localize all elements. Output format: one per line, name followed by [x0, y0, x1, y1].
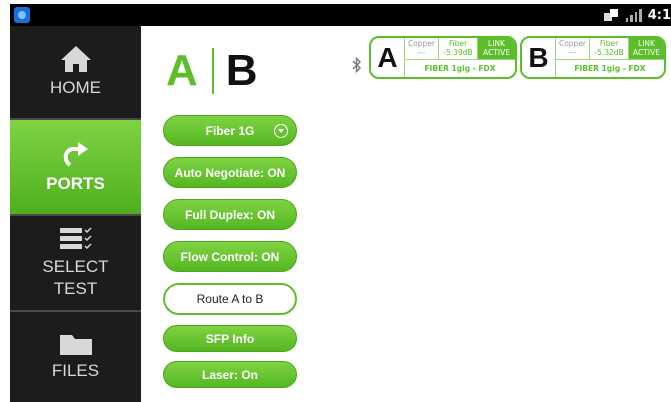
copper-label: Copper — [558, 39, 587, 48]
port-a-letter: A — [371, 38, 405, 77]
laser-button[interactable]: Laser: On — [163, 361, 297, 388]
clock: 4:1 — [647, 7, 671, 23]
port-b-status: B Copper --- Fiber -5.32dB LINK ACTIVE F… — [520, 36, 666, 79]
status-right: 4:1 — [603, 6, 671, 24]
ports-icon — [63, 142, 88, 167]
sidebar-item-files[interactable]: FILES — [10, 312, 141, 402]
notification-icon — [603, 9, 620, 21]
folder-icon — [59, 335, 92, 355]
fiber-value: -5.39dB — [443, 48, 473, 57]
copper-cell: Copper --- — [556, 38, 590, 59]
port-b-letter: B — [522, 38, 556, 77]
port-b-label: B — [225, 46, 258, 95]
copper-label: Copper — [407, 39, 436, 48]
app-notification-icon — [14, 7, 30, 23]
sidebar-item-select-test[interactable]: SELECT TEST — [10, 216, 141, 310]
link-label: LINK — [638, 39, 655, 48]
sidebar-item-label: FILES — [51, 361, 100, 380]
port-a-label: A — [166, 46, 198, 95]
port-b-mode: FIBER 1gig - FDX — [556, 59, 664, 77]
select-test-icon — [59, 227, 92, 250]
copper-value: --- — [417, 48, 426, 57]
signal-icon — [625, 8, 642, 22]
port-a-mode: FIBER 1gig - FDX — [405, 59, 515, 77]
fiber-label: Fiber — [599, 39, 619, 48]
copper-value: --- — [568, 48, 577, 57]
link-status-cell: LINK ACTIVE — [629, 38, 664, 59]
full-duplex-button[interactable]: Full Duplex: ON — [163, 199, 297, 230]
bluetooth-icon — [352, 56, 361, 74]
home-icon — [60, 46, 91, 72]
sidebar-item-label: HOME — [50, 78, 101, 97]
chevron-down-icon — [274, 124, 288, 138]
sidebar-item-label: TEST — [53, 279, 98, 298]
flow-control-button[interactable]: Flow Control: ON — [163, 241, 297, 272]
sidebar-item-label: SELECT — [42, 257, 109, 276]
sidebar-item-ports[interactable]: PORTS — [10, 120, 141, 214]
fiber-cell: Fiber -5.39dB — [439, 38, 478, 59]
link-value: ACTIVE — [483, 48, 510, 57]
fiber-value: -5.32dB — [594, 48, 624, 57]
screen: 4:1 HOME PORTS SELECT TEST FILES A B Fib… — [0, 0, 671, 402]
route-a-to-b-button[interactable]: Route A to B — [163, 283, 297, 315]
fiber-label: Fiber — [448, 39, 468, 48]
media-dropdown-label: Fiber 1G — [205, 123, 255, 138]
port-a-cells: Copper --- Fiber -5.39dB LINK ACTIVE — [405, 38, 515, 59]
sidebar-item-home[interactable]: HOME — [10, 26, 141, 118]
status-bar: 4:1 — [10, 4, 671, 26]
divider — [211, 48, 214, 94]
link-value: ACTIVE — [633, 48, 660, 57]
sidebar: HOME PORTS SELECT TEST FILES — [10, 26, 141, 402]
port-b-cells: Copper --- Fiber -5.32dB LINK ACTIVE — [556, 38, 664, 59]
link-label: LINK — [488, 39, 505, 48]
port-a-status: A Copper --- Fiber -5.39dB LINK ACTIVE F… — [369, 36, 517, 79]
fiber-cell: Fiber -5.32dB — [590, 38, 629, 59]
media-dropdown[interactable]: Fiber 1G — [163, 115, 297, 146]
sfp-info-button[interactable]: SFP Info — [163, 325, 297, 352]
link-status-cell: LINK ACTIVE — [478, 38, 515, 59]
auto-negotiate-button[interactable]: Auto Negotiate: ON — [163, 157, 297, 188]
sidebar-item-label: PORTS — [46, 174, 105, 193]
copper-cell: Copper --- — [405, 38, 439, 59]
port-header: A B — [166, 46, 258, 96]
